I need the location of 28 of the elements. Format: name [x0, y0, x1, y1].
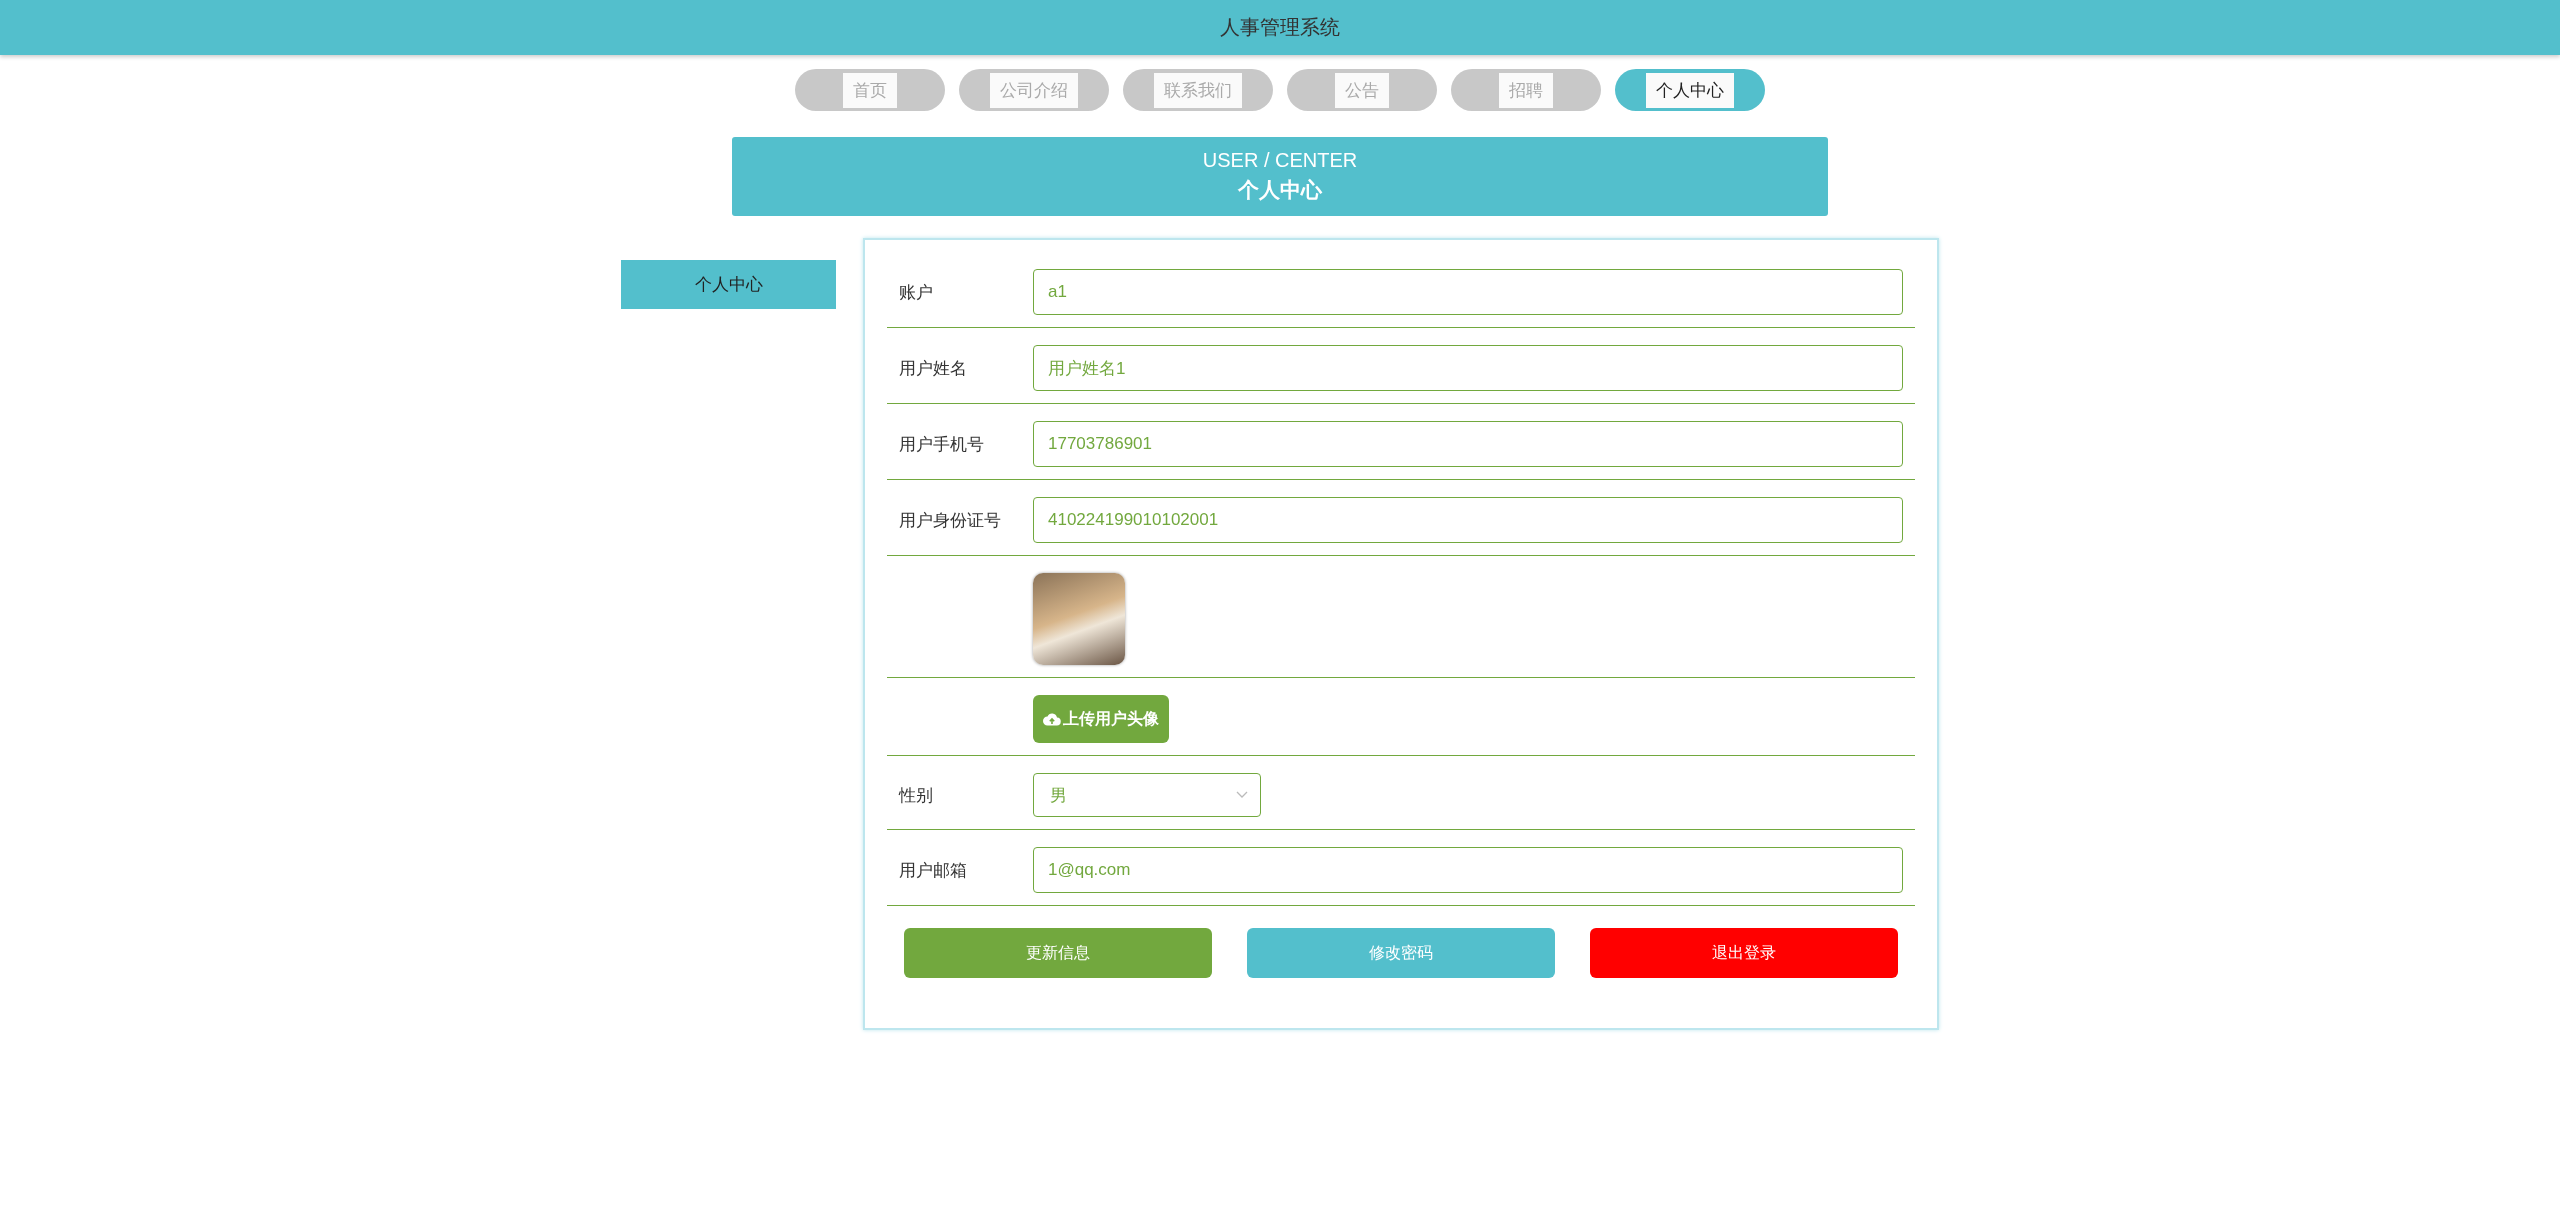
field-label: 用户邮箱 — [898, 859, 968, 882]
nav-tab[interactable]: 招聘 — [1451, 69, 1601, 111]
sidebar-item[interactable]: 个人中心 — [621, 260, 836, 309]
chevron-down-icon — [1236, 791, 1248, 799]
site-title: 人事管理系统 — [1220, 15, 1340, 40]
nav-tab[interactable]: 个人中心 — [1615, 69, 1765, 111]
field-label: 性别 — [897, 784, 934, 807]
action-button[interactable]: 更新信息 — [904, 928, 1212, 978]
banner-subtitle: USER / CENTER — [1202, 149, 1358, 172]
banner-title: 个人中心 — [1238, 177, 1322, 203]
text-field[interactable]: 17703786901 — [1033, 421, 1903, 467]
nav-tab[interactable]: 公司介绍 — [959, 69, 1109, 111]
text-field[interactable]: a1 — [1033, 269, 1903, 315]
text-field[interactable]: 用户姓名1 — [1033, 345, 1903, 391]
field-label: 用户身份证号 — [898, 509, 1002, 532]
gender-select[interactable]: 男 — [1033, 773, 1261, 817]
nav-tab[interactable]: 联系我们 — [1123, 69, 1273, 111]
field-label: 用户手机号 — [898, 433, 985, 456]
text-field[interactable]: 410224199010102001 — [1033, 497, 1903, 543]
nav-tab[interactable]: 首页 — [795, 69, 945, 111]
action-button[interactable]: 修改密码 — [1247, 928, 1555, 978]
nav-tab[interactable]: 公告 — [1287, 69, 1437, 111]
field-label: 用户姓名 — [898, 357, 968, 380]
upload-button[interactable]: 上传用户头像 — [1033, 695, 1169, 743]
field-label: 账户 — [898, 281, 934, 304]
text-field[interactable]: 1@qq.com — [1033, 847, 1903, 893]
cloud-upload-icon — [1043, 712, 1061, 726]
action-button[interactable]: 退出登录 — [1590, 928, 1898, 978]
